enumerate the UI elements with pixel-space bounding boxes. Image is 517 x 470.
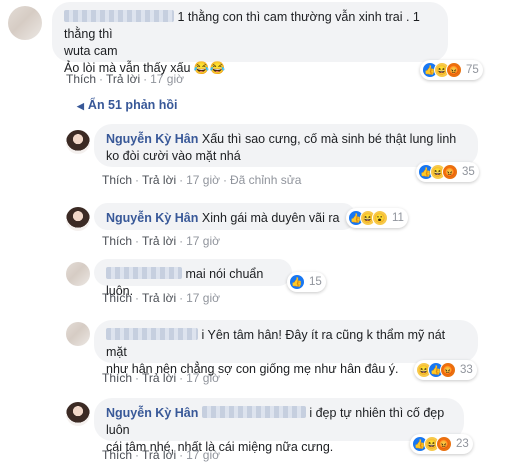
comment-bubble: mai nói chuẩn luôn. [94,259,292,298]
reaction-count: 33 [460,364,473,376]
reaction-count: 15 [309,276,322,288]
reply-link[interactable]: Trả lời [142,448,176,462]
timestamp[interactable]: 17 giờ [186,448,220,462]
hide-replies-toggle[interactable]: ◀ Ẩn 51 phản hồi [77,98,178,112]
like-link[interactable]: Thích [102,371,132,385]
comment-text-line: wuta cam [64,44,118,58]
reaction-count: 35 [462,166,475,178]
collapse-arrow-icon: ◀ [77,101,84,111]
reply-link[interactable]: Trả lời [142,291,176,305]
avatar[interactable] [66,262,90,286]
like-link[interactable]: Thích [102,173,132,187]
comment-bubble: Nguyễn Kỳ Hân i đẹp tự nhiên thì cố đẹp … [94,398,464,454]
comment-bubble: i Yên tâm hân! Đây ít ra cũng k thẩm mỹ … [94,320,478,376]
reply-link[interactable]: Trả lời [106,72,140,86]
commenter-name[interactable]: Nguyễn Kỳ Hân [106,406,198,420]
angry-icon: 😡 [440,362,456,378]
reaction-count: 23 [456,438,469,450]
avatar[interactable] [8,6,42,40]
comment-text-line: Xấu thì sao cưng, cố mà sinh bé thật lun… [201,132,457,146]
reaction-summary[interactable]: 👍 😆 😮 11 [346,208,408,228]
reply-link[interactable]: Trả lời [142,173,176,187]
avatar[interactable] [66,130,90,154]
comment-bubble: Nguyễn Kỳ Hân Xấu thì sao cưng, cố mà si… [94,124,478,167]
reaction-count: 11 [392,212,404,224]
redacted-name [106,328,198,340]
like-link[interactable]: Thích [102,448,132,462]
redacted-name [106,267,182,279]
reaction-count: 75 [466,64,479,76]
comment-actions: Thích · Trả lời · 17 giờ [102,448,220,462]
comment-text-line: Xinh gái mà duyên vãi ra [201,211,340,225]
comment-actions: Thích · Trả lời · 17 giờ [102,291,220,305]
avatar[interactable] [66,402,90,426]
comment-bubble: Nguyễn Kỳ Hân Xinh gái mà duyên vãi ra [94,203,356,230]
reply-link[interactable]: Trả lời [142,371,176,385]
timestamp[interactable]: 17 giờ [186,291,220,305]
reaction-summary[interactable]: 👍 15 [287,272,326,292]
reaction-summary[interactable]: 👍 😆 😡 75 [420,60,483,80]
comment-bubble: 1 thằng con thì cam thường vẫn xinh trai… [52,2,448,75]
angry-icon: 😡 [446,62,462,78]
edited-label[interactable]: Đã chỉnh sửa [230,173,301,187]
like-link[interactable]: Thích [66,72,96,86]
wow-icon: 😮 [372,210,388,226]
redacted-name [64,10,174,22]
comment-actions: Thích · Trả lời · 17 giờ · Đã chỉnh sửa [102,173,302,187]
reaction-summary[interactable]: 👍 😆 😡 35 [416,162,479,182]
timestamp[interactable]: 17 giờ [186,371,220,385]
timestamp[interactable]: 17 giờ [150,72,184,86]
avatar[interactable] [66,322,90,346]
redacted-name [201,406,306,418]
like-link[interactable]: Thích [102,234,132,248]
hide-replies-label: Ẩn 51 phản hồi [87,98,178,112]
comment-actions: Thích · Trả lời · 17 giờ [102,234,220,248]
comment-actions: Thích · Trả lời · 17 giờ [66,72,184,86]
comment-text-line: ko đòi cười vào mặt nhá [106,149,241,163]
avatar[interactable] [66,207,90,231]
thumbs-up-icon: 👍 [289,274,305,290]
commenter-name[interactable]: Nguyễn Kỳ Hân [106,211,198,225]
angry-icon: 😡 [442,164,458,180]
reply-link[interactable]: Trả lời [142,234,176,248]
reaction-summary[interactable]: 😆 👍 😡 33 [414,360,477,380]
timestamp[interactable]: 17 giờ [186,173,220,187]
comment-actions: Thích · Trả lời · 17 giờ [102,371,220,385]
commenter-name[interactable]: Nguyễn Kỳ Hân [106,132,198,146]
reaction-summary[interactable]: 👍 😆 😡 23 [410,434,473,454]
timestamp[interactable]: 17 giờ [186,234,220,248]
angry-icon: 😡 [436,436,452,452]
like-link[interactable]: Thích [102,291,132,305]
